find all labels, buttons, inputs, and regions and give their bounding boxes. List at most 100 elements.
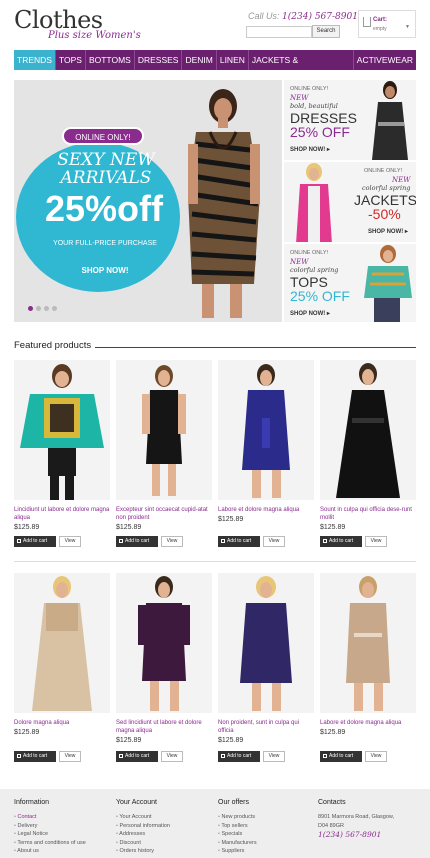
add-to-cart-button[interactable]: Add to cart xyxy=(218,751,260,762)
contact-address-2: D04 89GR xyxy=(318,822,344,829)
add-to-cart-button[interactable]: Add to cart xyxy=(116,536,158,547)
footer-heading: Contacts xyxy=(318,799,346,806)
view-button[interactable]: View xyxy=(365,536,387,547)
row-divider xyxy=(14,561,416,562)
slider-dot[interactable] xyxy=(36,306,41,311)
view-button[interactable]: View xyxy=(59,751,81,762)
product-name[interactable]: Sed lincidiunt ut labore et dolore magna… xyxy=(116,719,212,735)
nav-item-activewear[interactable]: ACTIVEWEAR xyxy=(354,50,416,70)
product-name[interactable]: Lincidiunt ut labore et dolore magna ali… xyxy=(14,506,110,522)
promo-discount: 25%off xyxy=(44,188,164,229)
banner-dresses[interactable]: ONLINE ONLY! NEW bold, beautiful DRESSES… xyxy=(282,80,416,160)
footer-information: Information Contact Delivery Legal Notic… xyxy=(14,799,110,856)
cart-icon xyxy=(17,539,21,543)
footer-link-addresses[interactable]: Addresses xyxy=(116,830,212,839)
nav-item-jackets[interactable]: JACKETS & OUTERWEAR xyxy=(249,50,354,85)
banner-online-label: ONLINE ONLY! xyxy=(290,86,329,92)
product-image[interactable] xyxy=(320,360,416,500)
call-us: Call Us: 1(234) 567-8901 xyxy=(248,11,358,22)
footer-link-new-products[interactable]: New products xyxy=(218,813,314,822)
add-to-cart-button[interactable]: Add to cart xyxy=(320,536,362,547)
footer-link-discount[interactable]: Discount xyxy=(116,839,212,848)
footer-link-manufacturers[interactable]: Manufacturers xyxy=(218,839,314,848)
banner-shop-now[interactable]: SHOP NOW! ▸ xyxy=(290,310,330,317)
site-header: Clothes Plus size Women's Call Us: 1(234… xyxy=(0,0,430,50)
view-button[interactable]: View xyxy=(263,536,285,547)
view-button[interactable]: View xyxy=(161,536,183,547)
main-slide[interactable]: ONLINE ONLY! SEXY NEW ARRIVALS 25%off YO… xyxy=(14,80,282,322)
banner-jackets[interactable]: ONLINE ONLY! NEW colorful spring JACKETS… xyxy=(282,160,416,242)
footer-link-terms[interactable]: Terms and conditions of use xyxy=(14,839,110,848)
footer-link-about[interactable]: About us xyxy=(14,847,110,856)
footer-link-specials[interactable]: Specials xyxy=(218,830,314,839)
product-name[interactable]: Non proident, sunt in culpa qui officia xyxy=(218,719,314,735)
banner-new-label: NEW xyxy=(392,176,411,184)
model-image xyxy=(364,245,412,322)
product-name[interactable]: Labore et dolore magna aliqua xyxy=(218,506,314,514)
cart-status: empty xyxy=(373,26,387,32)
cart-icon xyxy=(221,539,225,543)
search-input[interactable] xyxy=(246,26,312,38)
view-button[interactable]: View xyxy=(59,536,81,547)
footer-account: Your Account Your Account Personal infor… xyxy=(116,799,212,856)
product-image[interactable] xyxy=(218,573,314,713)
product-image[interactable] xyxy=(218,360,314,500)
view-button[interactable]: View xyxy=(365,751,387,762)
product-price: $125.89 xyxy=(320,729,346,736)
product-card: Excepteur sint occaecat cupid-atat non p… xyxy=(116,360,212,550)
footer-link-orders[interactable]: Orders history xyxy=(116,847,212,856)
view-button[interactable]: View xyxy=(161,751,183,762)
cart-icon xyxy=(119,539,123,543)
nav-item-tops[interactable]: TOPS xyxy=(56,50,86,70)
add-to-cart-button[interactable]: Add to cart xyxy=(14,536,56,547)
footer-link-personal-info[interactable]: Personal information xyxy=(116,822,212,831)
banner-description: bold, beautiful xyxy=(290,102,338,110)
add-to-cart-button[interactable]: Add to cart xyxy=(218,536,260,547)
product-image[interactable] xyxy=(14,573,110,713)
footer-link-suppliers[interactable]: Suppliers xyxy=(218,847,314,856)
cart-title: Cart: xyxy=(373,17,388,23)
footer-link-account[interactable]: Your Account xyxy=(116,813,212,822)
banner-shop-now[interactable]: SHOP NOW! ▸ xyxy=(368,228,408,235)
footer-link-delivery[interactable]: Delivery xyxy=(14,822,110,831)
cart-icon xyxy=(17,754,21,758)
search-button[interactable]: Search xyxy=(312,25,340,38)
product-image[interactable] xyxy=(14,360,110,500)
product-price: $125.89 xyxy=(218,516,244,523)
product-image[interactable] xyxy=(320,573,416,713)
nav-item-dresses[interactable]: DRESSES xyxy=(135,50,183,70)
product-card: Sount in culpa qui officia dese-runt mol… xyxy=(320,360,416,550)
banner-tops[interactable]: ONLINE ONLY! NEW colorful spring TOPS 25… xyxy=(282,242,416,322)
model-image xyxy=(372,81,408,160)
footer-link-top-sellers[interactable]: Top sellers xyxy=(218,822,314,831)
view-button[interactable]: View xyxy=(263,751,285,762)
footer-link-legal[interactable]: Legal Notice xyxy=(14,830,110,839)
slider-dot[interactable] xyxy=(52,306,57,311)
cart-icon xyxy=(119,754,123,758)
add-to-cart-label: Add to cart xyxy=(125,538,150,544)
banner-shop-now[interactable]: SHOP NOW! ▸ xyxy=(290,146,330,153)
product-name[interactable]: Excepteur sint occaecat cupid-atat non p… xyxy=(116,506,212,522)
main-nav: TRENDS TOPS BOTTOMS DRESSES DENIM LINEN … xyxy=(14,50,416,85)
shop-now-button[interactable]: SHOP NOW! xyxy=(50,266,160,275)
add-to-cart-button[interactable]: Add to cart xyxy=(116,751,158,762)
nav-item-trends[interactable]: TRENDS xyxy=(14,50,56,70)
add-to-cart-label: Add to cart xyxy=(23,538,48,544)
product-name[interactable]: Labore et dolore magna aliqua xyxy=(320,719,416,727)
cart-icon xyxy=(221,754,225,758)
slider-dot[interactable] xyxy=(44,306,49,311)
product-image[interactable] xyxy=(116,573,212,713)
nav-item-denim[interactable]: DENIM xyxy=(182,50,217,70)
cart-dropdown[interactable]: Cart: empty ▼ xyxy=(358,10,416,38)
product-name[interactable]: Dolore magna aliqua xyxy=(14,719,110,727)
banner-discount: 25% OFF xyxy=(290,124,350,140)
product-image[interactable] xyxy=(116,360,212,500)
nav-item-linen[interactable]: LINEN xyxy=(217,50,249,70)
add-to-cart-button[interactable]: Add to cart xyxy=(320,751,362,762)
add-to-cart-button[interactable]: Add to cart xyxy=(14,751,56,762)
slider-dot[interactable] xyxy=(28,306,33,311)
add-to-cart-label: Add to cart xyxy=(329,538,354,544)
footer-link-contact[interactable]: Contact xyxy=(14,813,110,822)
product-name[interactable]: Sount in culpa qui officia dese-runt mol… xyxy=(320,506,416,522)
nav-item-bottoms[interactable]: BOTTOMS xyxy=(86,50,135,70)
